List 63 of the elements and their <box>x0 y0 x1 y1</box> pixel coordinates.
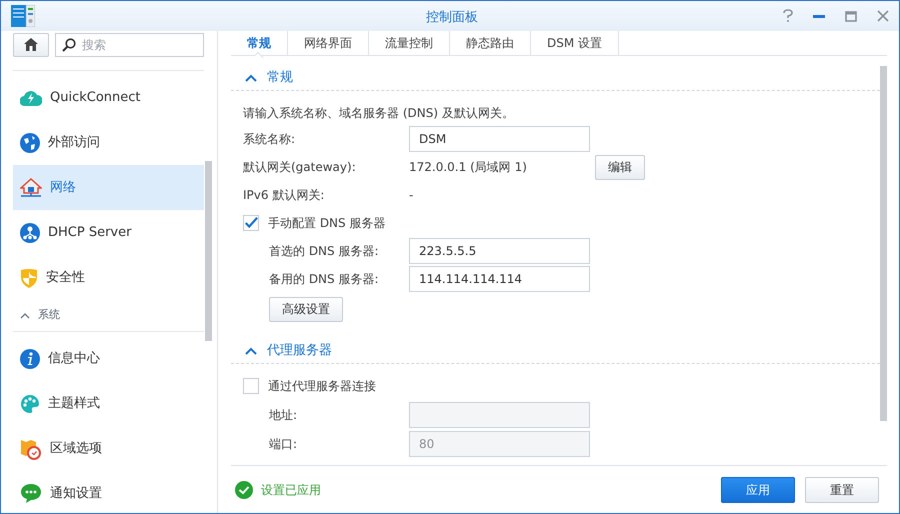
sidebar-item[interactable]: 信息中心 <box>13 336 204 381</box>
text-field[interactable]: 223.5.5.5 <box>409 238 590 264</box>
chat-bubble-icon <box>20 483 42 504</box>
close-icon[interactable] <box>877 10 889 22</box>
minimize-icon[interactable] <box>813 14 825 18</box>
ipv6-gateway-value: - <box>409 187 414 204</box>
field-label: 系统名称: <box>243 131 296 148</box>
status-text: 设置已应用 <box>261 482 321 498</box>
field-label: 默认网关(gateway): <box>243 159 357 176</box>
checkbox[interactable] <box>243 215 259 231</box>
sidebar-item[interactable]: 网络 <box>13 165 204 210</box>
sidebar-item[interactable]: QuickConnect <box>13 75 204 120</box>
gateway-value: 172.0.0.1 (局域网 1) <box>409 159 528 176</box>
sidebar-item[interactable]: 区域选项 <box>13 426 204 471</box>
description: 请输入系统名称、域名服务器 (DNS) 及默认网关。 <box>243 105 514 122</box>
search-icon <box>62 38 76 52</box>
map-clock-icon <box>20 438 42 460</box>
home-icon <box>23 37 39 52</box>
cloud-icon <box>20 88 42 106</box>
edit-button[interactable]: 编辑 <box>595 154 645 180</box>
home-button[interactable] <box>13 32 49 56</box>
tab[interactable]: 网络界面 <box>288 31 369 55</box>
text-field[interactable]: 114.114.114.114 <box>409 266 590 292</box>
window-title: 控制面板 <box>426 9 478 27</box>
text-field[interactable]: DSM <box>409 126 590 152</box>
tab[interactable]: DSM 设置 <box>531 31 620 55</box>
reset-button[interactable]: 重置 <box>805 476 879 502</box>
check-circle-icon <box>235 480 253 498</box>
help-icon[interactable] <box>783 9 793 23</box>
sidebar-item[interactable]: 外部访问 <box>13 120 204 165</box>
house-network-icon <box>20 178 42 198</box>
apply-button[interactable]: 应用 <box>721 476 795 502</box>
advanced-settings-button[interactable]: 高级设置 <box>269 296 343 322</box>
checkbox-label: 通过代理服务器连接 <box>268 378 376 395</box>
checkbox[interactable] <box>243 378 259 394</box>
app-icon <box>11 5 35 27</box>
section-title: 常规 <box>267 69 293 88</box>
chevron-icon[interactable] <box>245 347 257 355</box>
sidebar-item[interactable]: 通知设置 <box>13 471 204 513</box>
globe-icon <box>20 132 40 152</box>
shield-icon <box>20 268 38 288</box>
network-hub-icon <box>20 222 40 242</box>
palette-icon <box>20 394 40 414</box>
section-header: 系统 <box>38 307 60 324</box>
section-title: 代理服务器 <box>267 342 332 360</box>
scrollbar[interactable] <box>880 66 887 421</box>
field-label: 首选的 DNS 服务器: <box>269 243 380 260</box>
chevron-icon[interactable] <box>20 312 30 318</box>
tab[interactable]: 静态路由 <box>450 31 531 55</box>
sidebar-item[interactable]: DHCP Server <box>13 210 204 255</box>
field-label: IPv6 默认网关: <box>243 187 326 204</box>
checkbox-label: 手动配置 DNS 服务器 <box>268 215 386 232</box>
scrollbar[interactable] <box>205 161 212 341</box>
search-field[interactable]: 搜索 <box>55 32 204 56</box>
info-icon <box>20 348 40 368</box>
maximize-icon[interactable] <box>845 10 857 22</box>
field-label: 备用的 DNS 服务器: <box>269 271 380 288</box>
chevron-icon[interactable] <box>245 74 257 82</box>
sidebar-item[interactable]: 安全性 <box>13 255 204 300</box>
field-label: 地址: <box>269 407 298 424</box>
tab[interactable]: 流量控制 <box>369 31 450 55</box>
sidebar-item[interactable]: 主题样式 <box>13 381 204 426</box>
field-label: 端口: <box>269 436 298 453</box>
